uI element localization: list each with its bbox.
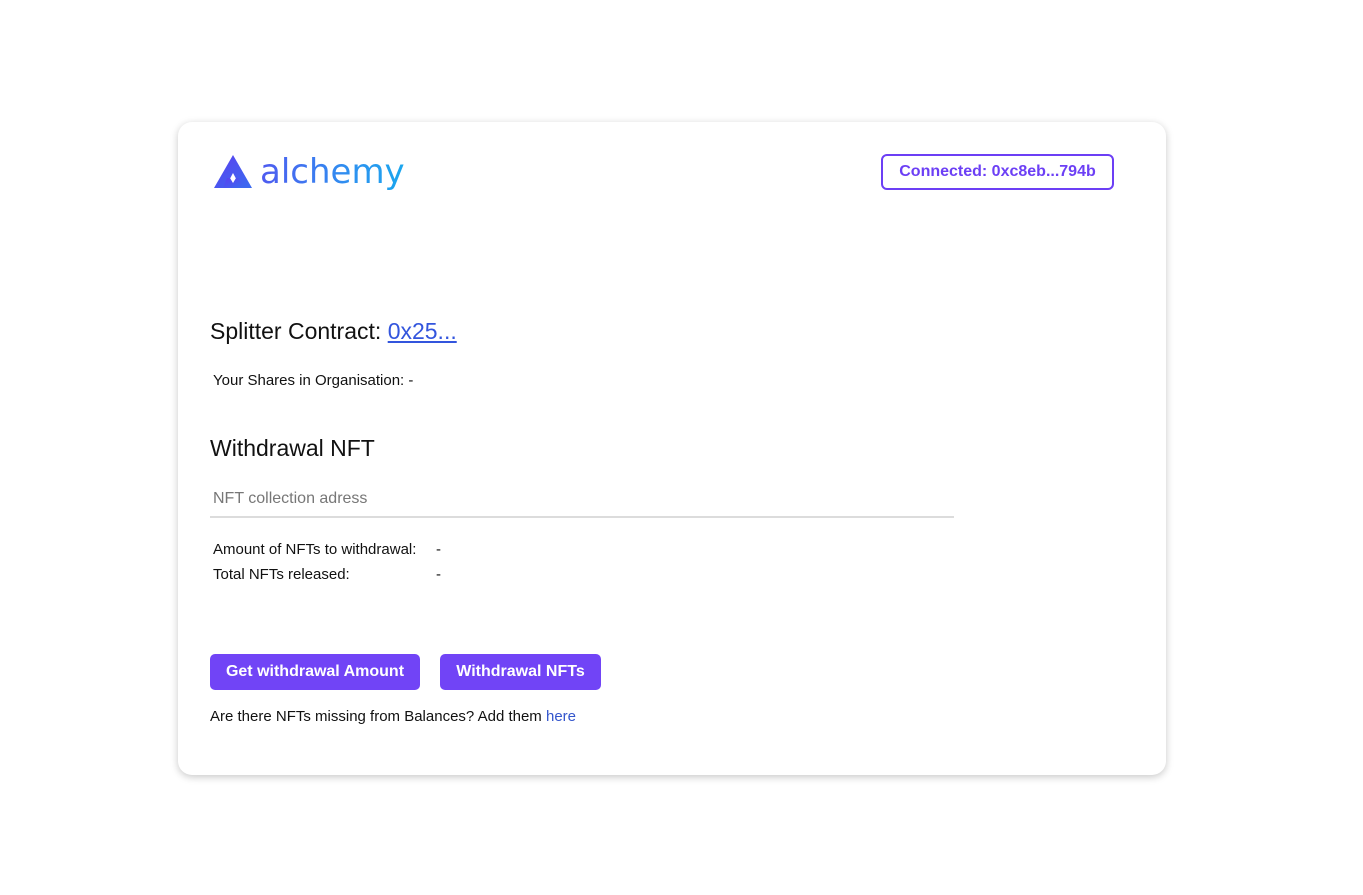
alchemy-logo-icon [214, 155, 252, 188]
alchemy-logo: alchemy [213, 152, 405, 192]
add-nfts-here-link[interactable]: here [546, 708, 576, 725]
withdrawal-nfts-button[interactable]: Withdrawal NFTs [440, 654, 601, 690]
main-card: alchemy Connected: 0xc8eb...794b Splitte… [178, 122, 1166, 775]
splitter-contract-heading: Splitter Contract: 0x25... [210, 318, 457, 345]
missing-nfts-note: Are there NFTs missing from Balances? Ad… [210, 708, 576, 725]
amount-to-withdraw-row: Amount of NFTs to withdrawal: - [213, 537, 441, 562]
connected-wallet-button[interactable]: Connected: 0xc8eb...794b [881, 154, 1114, 190]
missing-nfts-text: Are there NFTs missing from Balances? Ad… [210, 708, 542, 725]
get-withdrawal-amount-button[interactable]: Get withdrawal Amount [210, 654, 420, 690]
total-released-label: Total NFTs released: [213, 566, 350, 583]
amount-to-withdraw-label: Amount of NFTs to withdrawal: [213, 541, 417, 558]
nft-collection-address-input[interactable] [210, 482, 954, 518]
total-released-row: Total NFTs released: - [213, 562, 441, 587]
total-released-value: - [436, 566, 441, 583]
withdrawal-stats: Amount of NFTs to withdrawal: - Total NF… [213, 537, 441, 587]
shares-text: Your Shares in Organisation: - [213, 372, 414, 389]
alchemy-logo-text: alchemy [260, 152, 405, 192]
splitter-contract-label: Splitter Contract: [210, 318, 382, 344]
amount-to-withdraw-value: - [436, 541, 441, 558]
splitter-contract-address-link[interactable]: 0x25... [388, 318, 457, 344]
withdrawal-nft-title: Withdrawal NFT [210, 435, 375, 461]
